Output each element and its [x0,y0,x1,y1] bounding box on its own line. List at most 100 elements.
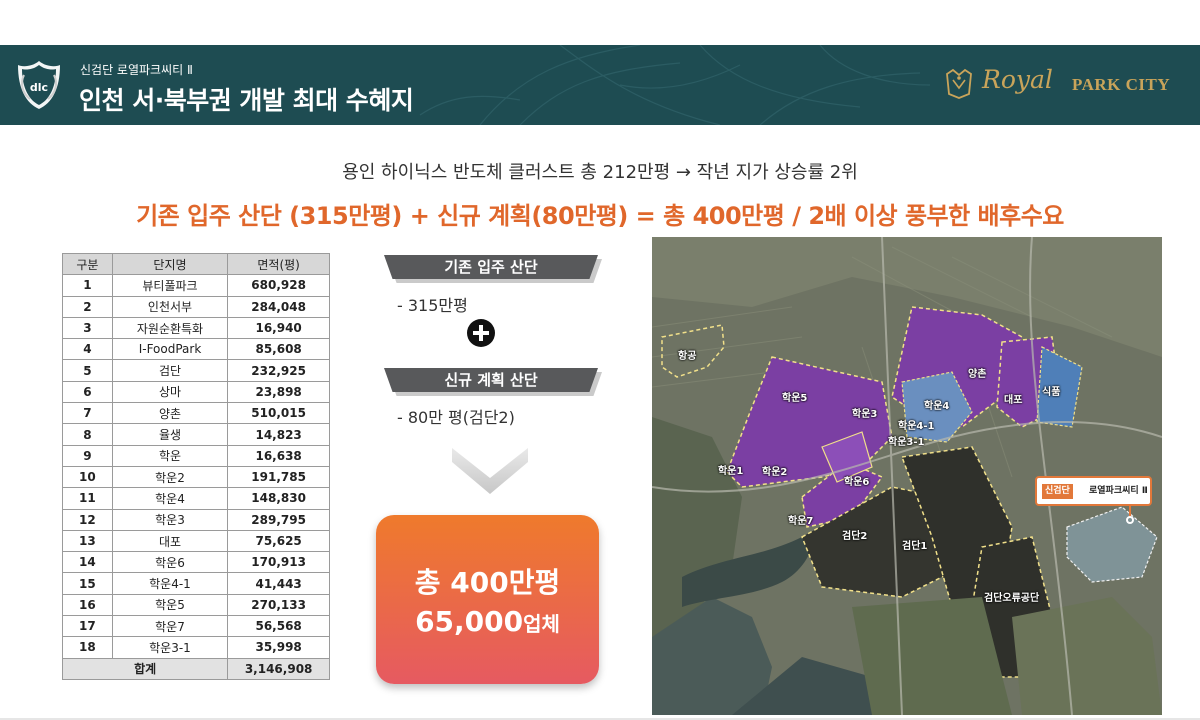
map-label-daepo: 대포 [1004,395,1023,406]
target-site-callout: 신검단 로열파크씨티 Ⅱ [1035,476,1152,506]
table-row: 13 대포 75,625 [62,529,330,553]
new-complex-ribbon: 신규 계획 산단 [384,368,598,392]
complex-area: 232,925 [227,359,330,382]
complex-area: 148,830 [227,487,330,510]
map-label-geomdan-oryu: 검단오류공단 [984,593,1040,604]
complex-name: 학운4 [111,487,229,510]
map-label-geomdan2: 검단2 [842,531,868,542]
row-number: 15 [62,572,113,595]
row-number: 3 [62,316,113,340]
map-label-hakun4: 학운4 [924,401,950,412]
table-row: 5 검단 232,925 [62,359,330,382]
complex-name: 학운7 [111,615,229,638]
complex-area: 270,133 [227,593,330,617]
complex-area: 85,608 [227,338,330,361]
map-label-hakun2: 학운2 [762,467,788,478]
complex-area: 510,015 [227,402,330,425]
row-number: 4 [62,338,113,361]
complex-name: 학운2 [111,465,229,489]
table-header-row: 구분 단지명 면적(평) [62,252,330,276]
complex-area: 16,638 [227,444,330,467]
row-number: 8 [62,423,113,446]
table-row: 12 학운3 289,795 [62,508,330,531]
row-number: 13 [62,529,113,553]
crown-crest-icon [946,68,972,99]
row-number: 2 [62,295,113,318]
complex-name: 학운 [111,444,229,467]
complex-name: 학운3-1 [111,636,229,659]
total-companies-unit: 업체 [523,612,560,636]
map-label-hakun4-1: 학운4-1 [898,421,935,432]
complex-area: 56,568 [227,615,330,638]
plus-icon [467,319,495,347]
complex-area: 23,898 [227,380,330,404]
page-title: 인천 서·북부권 개발 최대 수혜지 [79,86,414,115]
total-summary-box: 총 400만평 65,000업체 [376,515,599,684]
complex-area: 191,785 [227,465,330,489]
existing-complex-value: - 315만평 [397,296,468,315]
complex-name: 뷰티풀파크 [111,274,229,297]
complex-name: 학운5 [111,593,229,617]
table-row: 7 양촌 510,015 [62,402,330,425]
row-number: 6 [62,380,113,404]
map-label-sikpum: 식품 [1042,387,1061,398]
row-number: 18 [62,636,113,659]
table-row: 9 학운 16,638 [62,444,330,467]
map-label-hakun1: 학운1 [718,466,744,477]
map-label-hakun5: 학운5 [782,393,808,404]
total-companies-number: 65,000 [415,605,524,638]
table-row: 2 인천서부 284,048 [62,295,330,318]
complex-name: 대포 [111,529,229,553]
table-row: 11 학운4 148,830 [62,487,330,510]
emblem-icon: dlc [18,61,60,109]
complex-area: 41,443 [227,572,330,595]
row-number: 16 [62,593,113,617]
header-subtitle: 신검단 로열파크씨티 Ⅱ [80,63,193,77]
table-row: 18 학운3-1 35,998 [62,636,330,659]
complex-name: 학운4-1 [111,572,229,595]
col-header-area: 면적(평) [227,252,330,276]
brand-logo: Royal PARK CITY [944,65,1194,105]
total-area: 총 400만평 [414,566,561,599]
table-row: 1 뷰티풀파크 680,928 [62,274,330,297]
complex-name: 학운6 [111,551,229,574]
table-row: 4 I-FoodPark 85,608 [62,338,330,361]
row-number: 5 [62,359,113,382]
complex-name: 학운3 [111,508,229,531]
map-label-hakun3: 학운3 [852,409,878,420]
complex-name: I-FoodPark [111,338,229,361]
total-value: 3,146,908 [227,657,330,680]
table-row: 14 학운6 170,913 [62,551,330,574]
headline-sub: 용인 하이닉스 반도체 클러스트 총 212만평 → 작년 지가 상승률 2위 [342,162,858,183]
complex-area: 35,998 [227,636,330,659]
callout-pointer-dot [1126,516,1134,524]
row-number: 10 [62,465,113,489]
complex-area: 289,795 [227,508,330,531]
complex-name: 율생 [111,423,229,446]
table-row: 16 학운5 270,133 [62,593,330,617]
row-number: 7 [62,402,113,425]
table-row: 10 학운2 191,785 [62,465,330,489]
total-label: 합계 [61,657,229,680]
table-row: 8 율생 14,823 [62,423,330,446]
complex-area: 680,928 [227,274,330,297]
complex-name: 검단 [111,359,229,382]
row-number: 11 [62,487,113,510]
complex-area: 170,913 [227,551,330,574]
industrial-complex-table: 구분 단지명 면적(평) 1 뷰티풀파크 680,928 2 인천서부 284,048 3 자… [61,252,330,680]
map-label-hakun3-1: 학운3-1 [888,437,925,448]
new-complex-value: - 80만 평(검단2) [397,408,515,427]
row-number: 12 [62,508,113,531]
map-label-airport: 항공 [678,351,697,362]
header-banner: dlc 신검단 로열파크씨티 Ⅱ 인천 서·북부권 개발 최대 수혜지 Roya… [0,45,1200,125]
complex-area: 16,940 [227,316,330,340]
table-row: 15 학운4-1 41,443 [62,572,330,595]
aerial-map: 항공 학운5 학운3 학운1 학운2 학운6 학운7 양촌 학운4 학운4-1 … [652,237,1162,715]
headline-main: 기존 입주 산단 (315만평) + 신규 계획(80만평) = 총 400만평… [136,202,1064,230]
callout-brand: 신검단 [1042,484,1073,499]
map-label-hakun6: 학운6 [844,477,870,488]
table-total-row: 합계 3,146,908 [61,657,330,680]
complex-name: 인천서부 [111,295,229,318]
complex-name: 자원순환특화 [111,316,229,340]
complex-name: 양촌 [111,402,229,425]
